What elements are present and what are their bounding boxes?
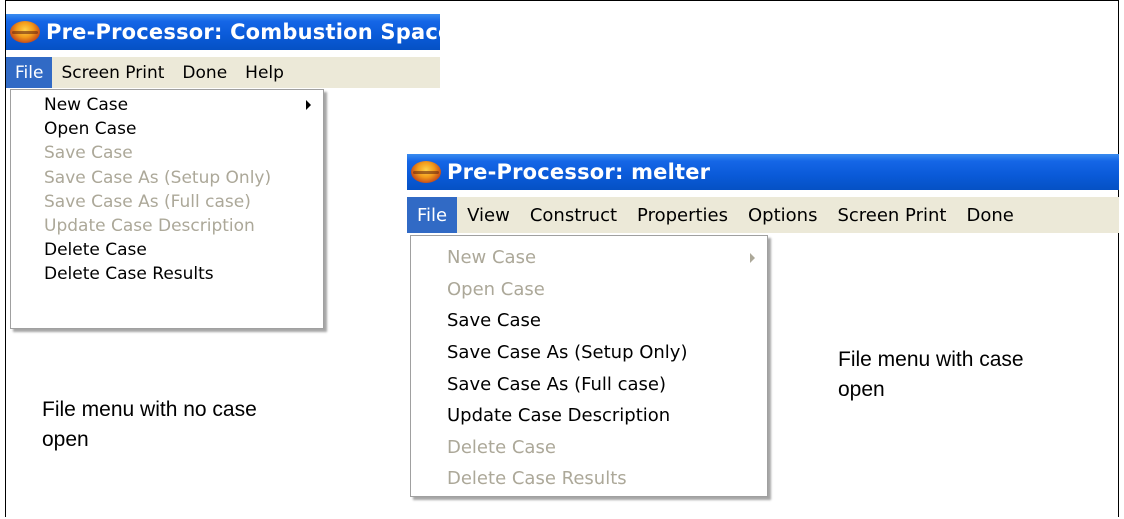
- menu-item-delete-case[interactable]: Delete Case: [11, 238, 323, 262]
- menu-item-label: Delete Case Results: [44, 264, 214, 285]
- menu-item-label: Delete Case: [447, 436, 556, 458]
- menu-item-label: Open Case: [447, 278, 545, 300]
- menu-screen-print[interactable]: Screen Print: [52, 57, 173, 88]
- menu-item-label: Save Case As (Full case): [44, 191, 251, 212]
- menu-construct[interactable]: Construct: [520, 197, 627, 233]
- caption-case-open: File menu with case open: [838, 348, 1024, 401]
- menu-item-delete-case: Delete Case: [411, 432, 767, 464]
- menu-item-new-case[interactable]: New Case: [11, 93, 323, 117]
- app-logo-icon: [10, 21, 40, 43]
- menu-item-delete-case-results[interactable]: Delete Case Results: [11, 262, 323, 286]
- menu-item-label: Open Case: [44, 119, 137, 140]
- menu-help[interactable]: Help: [236, 57, 293, 88]
- menu-item-update-case-description[interactable]: Update Case Description: [411, 400, 767, 432]
- menu-item-label: New Case: [447, 247, 537, 269]
- menu-item-label: Update Case Description: [44, 216, 255, 237]
- submenu-arrow-icon: [306, 100, 311, 111]
- menu-item-save-case[interactable]: Save Case: [411, 305, 767, 337]
- file-dropdown-menu: New Case Open Case Save Case Save Case A…: [10, 89, 324, 329]
- app-logo-icon: [411, 161, 441, 183]
- menu-item-save-case-as-full: Save Case As (Full case): [11, 190, 323, 214]
- menu-item-label: Delete Case Results: [447, 468, 627, 490]
- menu-item-open-case: Open Case: [411, 274, 767, 306]
- window-title-bar: Pre-Processor: Combustion Space: [6, 14, 452, 50]
- menu-item-label: Update Case Description: [447, 405, 671, 427]
- menu-item-open-case[interactable]: Open Case: [11, 117, 323, 141]
- menu-item-delete-case-results: Delete Case Results: [411, 463, 767, 495]
- window-title: Pre-Processor: Combustion Space: [46, 20, 453, 44]
- menu-bar: File View Construct Properties Options S…: [407, 197, 1119, 233]
- menu-item-save-case-as-setup[interactable]: Save Case As (Setup Only): [411, 337, 767, 369]
- menu-bar: File Screen Print Done Help: [6, 57, 440, 88]
- menu-item-label: Save Case: [44, 143, 133, 164]
- menu-item-new-case: New Case: [411, 242, 767, 274]
- submenu-arrow-icon: [750, 252, 755, 263]
- menu-file[interactable]: File: [6, 57, 53, 88]
- menu-item-label: New Case: [44, 95, 129, 116]
- caption-no-case-open: File menu with no case open: [42, 398, 257, 451]
- menu-item-label: Delete Case: [44, 240, 147, 261]
- menu-item-label: Save Case As (Full case): [447, 373, 667, 395]
- menu-file[interactable]: File: [407, 197, 458, 233]
- window-title: Pre-Processor: melter: [447, 160, 711, 184]
- menu-item-save-case: Save Case: [11, 141, 323, 165]
- menu-properties[interactable]: Properties: [627, 197, 738, 233]
- window-title-bar: Pre-Processor: melter: [407, 154, 1119, 190]
- file-dropdown-menu: New Case Open Case Save Case Save Case A…: [410, 235, 768, 497]
- menu-done[interactable]: Done: [173, 57, 236, 88]
- menu-item-label: Save Case As (Setup Only): [447, 342, 688, 364]
- menu-done[interactable]: Done: [956, 197, 1023, 233]
- menu-item-label: Save Case As (Setup Only): [44, 167, 272, 188]
- menu-item-update-case-description: Update Case Description: [11, 214, 323, 238]
- menu-view[interactable]: View: [457, 197, 520, 233]
- menu-item-label: Save Case: [447, 310, 541, 332]
- menu-screen-print[interactable]: Screen Print: [827, 197, 956, 233]
- menu-options[interactable]: Options: [738, 197, 827, 233]
- menu-item-save-case-as-full[interactable]: Save Case As (Full case): [411, 368, 767, 400]
- menu-item-save-case-as-setup: Save Case As (Setup Only): [11, 166, 323, 190]
